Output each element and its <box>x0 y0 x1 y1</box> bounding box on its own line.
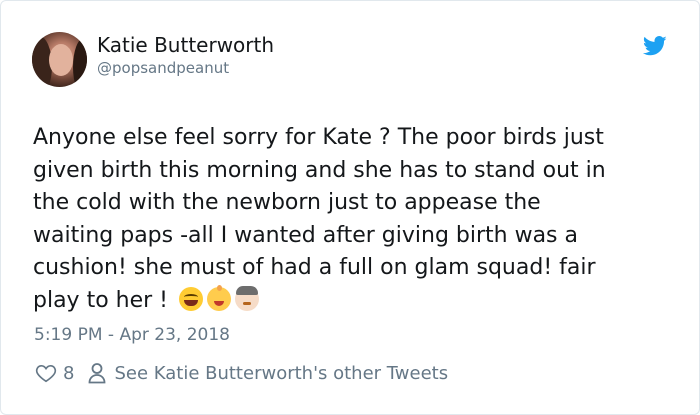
person-white-hair-icon <box>235 285 259 311</box>
person-icon[interactable] <box>88 362 106 384</box>
tweet-line-last: play to her ! <box>33 284 673 318</box>
tweet-line: cushion! she must of had a full on glam … <box>33 255 596 281</box>
twitter-bird-icon[interactable] <box>643 36 667 56</box>
user-handle[interactable]: @popsandpeanut <box>97 59 229 77</box>
heart-icon[interactable] <box>35 362 57 384</box>
tweet-line: waiting paps -all I wanted after giving … <box>33 222 578 248</box>
like-count[interactable]: 8 <box>63 363 74 384</box>
baby-icon <box>207 284 231 311</box>
display-name[interactable]: Katie Butterworth <box>97 33 274 57</box>
tweet-line: given birth this morning and she has to … <box>33 157 606 183</box>
avatar[interactable] <box>32 32 87 87</box>
other-tweets-link[interactable]: See Katie Butterworth's other Tweets <box>114 363 448 384</box>
tweet-timestamp[interactable]: 5:19 PM - Apr 23, 2018 <box>34 323 230 347</box>
tweet-line: the cold with the newborn just to appeas… <box>33 190 541 216</box>
grinning-squinting-face-icon <box>179 286 203 311</box>
tweet-card: Katie Butterworth @popsandpeanut Anyone … <box>0 0 700 415</box>
tweet-line-text: play to her ! <box>33 287 168 313</box>
avatar-face <box>49 44 73 76</box>
avatar-hair-right <box>73 38 87 87</box>
tweet-text: Anyone else feel sorry for Kate ? The po… <box>33 122 673 318</box>
tweet-actions: 8 See Katie Butterworth's other Tweets <box>35 360 448 386</box>
tweet-line: Anyone else feel sorry for Kate ? The po… <box>33 125 604 150</box>
